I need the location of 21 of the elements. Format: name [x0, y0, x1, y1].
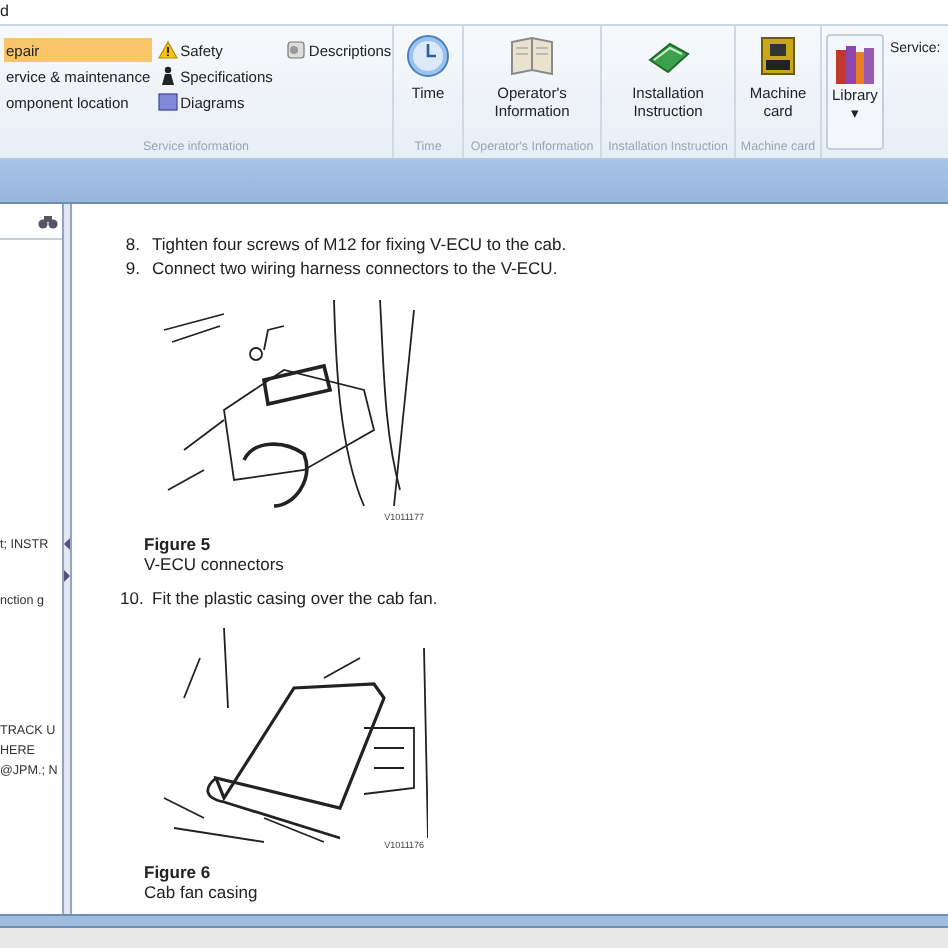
- expand-arrow-icon: [64, 569, 70, 581]
- step-text: Tighten four screws of M12 for fixing V-ECU to the cab.: [152, 234, 567, 255]
- step-text: Fit the plastic casing over the cab fan.: [152, 587, 438, 608]
- book-icon: [508, 32, 556, 80]
- step-number: 10.: [120, 587, 140, 608]
- binoculars-icon: [38, 213, 58, 229]
- step-number: 8.: [123, 234, 140, 255]
- figure-title: Figure 6: [144, 861, 213, 882]
- step-text: Connect two wiring harness connectors to the V-ECU.: [152, 258, 558, 279]
- document-icon: [286, 40, 307, 60]
- diagram-icon: [158, 92, 179, 112]
- clock-icon: [404, 32, 452, 80]
- figure-caption: V-ECU connectors: [144, 553, 286, 574]
- warning-icon: [158, 40, 179, 60]
- figure-title: Figure 5: [144, 533, 213, 554]
- figure-caption: Cab fan casing: [144, 881, 260, 902]
- step-number: 9.: [123, 258, 140, 279]
- collapse-arrow-icon: [64, 537, 70, 549]
- person-icon: [158, 66, 179, 86]
- books-icon: [832, 42, 877, 86]
- menu-tab[interactable]: d: [0, 2, 9, 20]
